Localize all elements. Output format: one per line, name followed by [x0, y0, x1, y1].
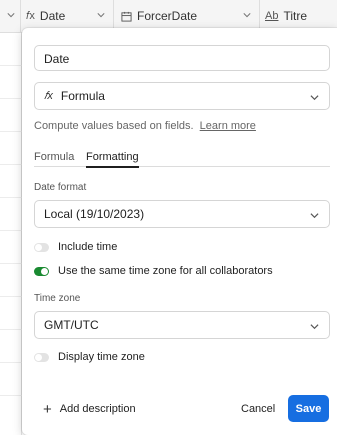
- row-divider: [0, 131, 22, 132]
- chevron-down-icon[interactable]: [97, 11, 105, 19]
- row-divider: [0, 362, 22, 363]
- toggle-knob: [35, 243, 42, 251]
- learn-more-link[interactable]: Learn more: [200, 120, 256, 132]
- toggle-knob: [41, 267, 48, 275]
- toggle-knob: [35, 353, 42, 361]
- grid-rows: [0, 33, 22, 435]
- add-description-label: Add description: [59, 403, 136, 415]
- field-name-input[interactable]: Date: [34, 45, 330, 71]
- row-divider: [0, 65, 22, 66]
- row-divider: [0, 197, 22, 198]
- column-header-label: Date: [39, 9, 66, 23]
- row-divider: [0, 296, 22, 297]
- display-time-zone-toggle[interactable]: [34, 352, 49, 362]
- row-divider: [0, 164, 22, 165]
- field-type-label: Formula: [60, 89, 105, 103]
- tab-formula[interactable]: Formula: [34, 151, 74, 163]
- fx-icon: 𝑓x: [44, 89, 53, 102]
- display-time-zone-row[interactable]: Display time zone: [34, 351, 145, 363]
- row-divider: [0, 263, 22, 264]
- time-zone-select[interactable]: GMT/UTC: [34, 311, 330, 339]
- same-time-zone-row[interactable]: Use the same time zone for all collabora…: [34, 265, 273, 277]
- plus-icon: +: [43, 400, 52, 418]
- tab-formatting[interactable]: Formatting: [86, 151, 139, 168]
- chevron-down-icon[interactable]: [243, 11, 251, 19]
- panel-footer: + Add description Cancel Save: [22, 395, 337, 425]
- same-time-zone-toggle[interactable]: [34, 266, 49, 276]
- include-time-toggle[interactable]: [34, 242, 49, 252]
- chevron-down-icon: [310, 95, 319, 101]
- column-header-label: ForcerDate: [137, 9, 198, 23]
- time-zone-value: GMT/UTC: [44, 318, 99, 332]
- date-format-value: Local (19/10/2023): [44, 207, 145, 221]
- help-text-body: Compute values based on fields.: [34, 120, 194, 132]
- column-header-previous[interactable]: [0, 0, 21, 32]
- include-time-row[interactable]: Include time: [34, 241, 117, 253]
- date-format-select[interactable]: Local (19/10/2023): [34, 200, 330, 228]
- text-field-icon: Ab: [265, 10, 279, 22]
- display-time-zone-label: Display time zone: [58, 351, 145, 363]
- cancel-button[interactable]: Cancel: [241, 403, 275, 415]
- chevron-down-icon: [310, 213, 319, 219]
- calendar-icon: [121, 11, 132, 22]
- field-config-panel: Date 𝑓x Formula Compute values based on …: [22, 28, 337, 435]
- help-text: Compute values based on fields. Learn mo…: [34, 120, 256, 132]
- include-time-label: Include time: [58, 241, 118, 253]
- time-zone-label: Time zone: [34, 293, 81, 304]
- tabs: Formula Formatting: [34, 147, 330, 168]
- chevron-down-icon: [310, 324, 319, 330]
- save-button[interactable]: Save: [288, 395, 329, 422]
- app: 𝑓x Date ForcerDate Ab Titre Date 𝑓x Form…: [0, 0, 337, 435]
- row-divider: [0, 395, 22, 396]
- fx-icon: 𝑓x: [26, 9, 35, 22]
- same-time-zone-label: Use the same time zone for all collabora…: [58, 265, 273, 277]
- chevron-down-icon[interactable]: [7, 11, 15, 19]
- add-description-button[interactable]: + Add description: [43, 400, 136, 418]
- row-divider: [0, 98, 22, 99]
- column-header-label: Titre: [283, 9, 308, 23]
- row-divider: [0, 230, 22, 231]
- row-divider: [0, 329, 22, 330]
- field-type-select[interactable]: 𝑓x Formula: [34, 82, 330, 110]
- date-format-label: Date format: [34, 182, 87, 193]
